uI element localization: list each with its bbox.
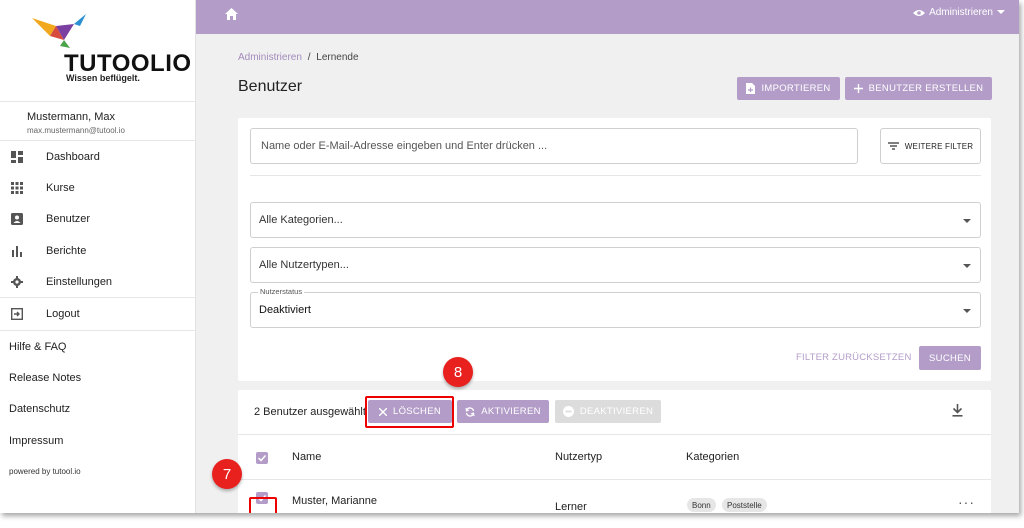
sidebar-item-einstellungen[interactable]: Einstellungen <box>0 266 196 297</box>
link-impressum[interactable]: Impressum <box>0 425 196 456</box>
brand-tagline: Wissen beflügelt. <box>66 73 140 83</box>
sidebar-item-label: Einstellungen <box>46 275 113 288</box>
app-window: TUTOOLIO Wissen beflügelt. Mustermann, M… <box>0 0 1019 513</box>
caret-down-icon <box>963 309 971 313</box>
block-icon <box>562 406 574 417</box>
caret-down-icon <box>963 219 971 223</box>
bar-chart-icon <box>12 245 22 257</box>
table-row[interactable]: Muster, Marianne Lerner Bonn Poststelle … <box>238 480 991 513</box>
breadcrumb-parent[interactable]: Administrieren <box>238 52 302 63</box>
breadcrumb-current: Lernende <box>316 52 359 63</box>
sidebar-item-berichte[interactable]: Berichte <box>0 235 196 266</box>
powered-by[interactable]: powered by tutool.io <box>9 467 81 476</box>
home-icon[interactable] <box>225 8 238 20</box>
step-marker-7: 7 <box>212 459 242 489</box>
selection-count: 2 Benutzer ausgewählt <box>254 406 366 418</box>
import-button[interactable]: IMPORTIEREN <box>737 77 840 100</box>
top-bar: Administrieren <box>196 0 1019 34</box>
brand-logo[interactable]: TUTOOLIO Wissen beflügelt. <box>0 0 196 102</box>
more-filters-button[interactable]: WEITERE FILTER <box>880 128 981 164</box>
import-label: IMPORTIEREN <box>761 83 831 94</box>
select-all-checkbox[interactable] <box>256 452 268 464</box>
row-name: Muster, Marianne <box>292 495 377 507</box>
user-status-select[interactable]: Nutzerstatus Deaktiviert <box>250 287 981 328</box>
column-name[interactable]: Name <box>292 451 321 463</box>
category-chip: Poststelle <box>722 498 767 512</box>
search-button[interactable]: SUCHEN <box>919 346 981 370</box>
deactivate-label: DEAKTIVIEREN <box>579 406 654 417</box>
filter-card: WEITERE FILTER Alle Kategorien... Alle N… <box>238 118 991 381</box>
dashboard-icon <box>11 150 23 163</box>
search-input[interactable] <box>250 128 858 164</box>
eye-icon <box>913 9 926 16</box>
link-help-faq[interactable]: Hilfe & FAQ <box>0 331 196 362</box>
sidebar-item-label: Logout <box>46 307 80 320</box>
sidebar-item-label: Kurse <box>46 181 75 194</box>
sidebar-item-dashboard[interactable]: Dashboard <box>0 141 196 172</box>
deactivate-button[interactable]: DEAKTIVIEREN <box>555 400 661 423</box>
sidebar: TUTOOLIO Wissen beflügelt. Mustermann, M… <box>0 0 196 513</box>
logout-icon <box>11 307 23 320</box>
row-type: Lerner <box>555 501 587 513</box>
activate-button[interactable]: AKTIVIEREN <box>457 400 549 423</box>
hummingbird-logo-icon <box>32 14 86 48</box>
sidebar-item-label: Benutzer <box>46 213 91 226</box>
user-name: Mustermann, Max <box>27 111 116 123</box>
sidebar-item-label: Dashboard <box>46 150 100 163</box>
row-highlight-frame <box>249 497 277 513</box>
user-type-value: Alle Nutzertypen... <box>259 259 349 271</box>
plus-icon <box>853 84 863 93</box>
category-select[interactable]: Alle Kategorien... <box>250 202 981 238</box>
filter-icon <box>887 142 899 150</box>
divider <box>250 175 981 176</box>
user-info: Mustermann, Max max.mustermann@tutool.io <box>0 103 196 141</box>
sidebar-item-benutzer[interactable]: Benutzer <box>0 204 196 235</box>
user-status-value: Deaktiviert <box>259 304 311 316</box>
download-icon[interactable] <box>952 404 963 417</box>
mode-label: Administrieren <box>929 7 993 18</box>
grid-icon <box>11 181 23 194</box>
create-user-label: BENUTZER ERSTELLEN <box>868 83 984 94</box>
category-chip: Bonn <box>687 498 716 512</box>
create-user-button[interactable]: BENUTZER ERSTELLEN <box>845 77 992 100</box>
link-datenschutz[interactable]: Datenschutz <box>0 394 196 425</box>
chevron-down-icon <box>997 10 1005 14</box>
delete-highlight-frame <box>365 396 454 428</box>
reset-filters-button[interactable]: FILTER ZURÜCKSETZEN <box>796 352 912 363</box>
column-type[interactable]: Nutzertyp <box>555 451 602 463</box>
breadcrumb: Administrieren / Lernende <box>238 52 359 63</box>
gear-icon <box>11 275 23 288</box>
person-icon <box>11 213 23 226</box>
sidebar-item-logout[interactable]: Logout <box>0 297 196 328</box>
user-status-legend: Nutzerstatus <box>258 287 305 296</box>
user-email: max.mustermann@tutool.io <box>27 126 125 135</box>
mode-menu[interactable]: Administrieren <box>913 7 1005 18</box>
user-list-card: 2 Benutzer ausgewählt LÖSCHEN AKTIVIEREN… <box>238 390 991 513</box>
sidebar-nav: Dashboard Kurse Benutzer Berichte Einste… <box>0 141 196 329</box>
column-categories[interactable]: Kategorien <box>686 451 739 463</box>
more-filters-label: WEITERE FILTER <box>904 141 974 151</box>
caret-down-icon <box>963 264 971 268</box>
sync-icon <box>465 406 475 417</box>
breadcrumb-separator: / <box>307 52 311 63</box>
step-marker-8: 8 <box>443 357 473 387</box>
page-title: Benutzer <box>238 78 303 95</box>
sidebar-links: Hilfe & FAQ Release Notes Datenschutz Im… <box>0 330 196 456</box>
activate-label: AKTIVIEREN <box>481 406 541 417</box>
file-icon <box>746 83 756 94</box>
check-icon <box>257 454 267 462</box>
sidebar-item-label: Berichte <box>46 244 87 257</box>
category-value: Alle Kategorien... <box>259 214 343 226</box>
sidebar-item-kurse[interactable]: Kurse <box>0 172 196 203</box>
table-header: Name Nutzertyp Kategorien <box>238 434 991 480</box>
user-type-select[interactable]: Alle Nutzertypen... <box>250 247 981 283</box>
more-options-icon[interactable]: ··· <box>958 494 975 510</box>
link-release-notes[interactable]: Release Notes <box>0 362 196 393</box>
